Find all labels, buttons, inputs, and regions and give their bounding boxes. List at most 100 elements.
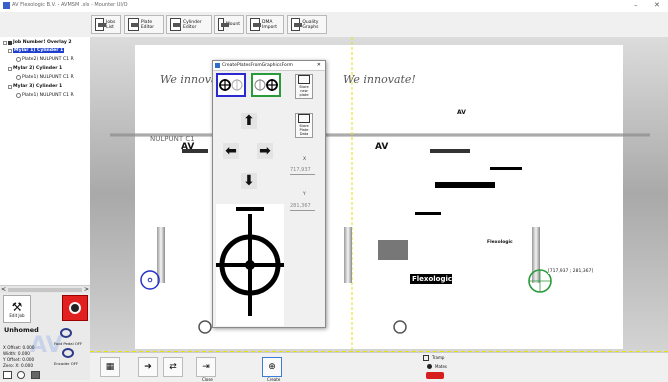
- collapse-icon[interactable]: [8, 66, 12, 71]
- emergency-stop-button[interactable]: [62, 295, 88, 321]
- target-select-blue[interactable]: [216, 73, 246, 97]
- small-bar: [490, 167, 522, 170]
- scroll-thumb[interactable]: [8, 288, 82, 292]
- cylinder-editor-icon: [170, 18, 181, 31]
- swap-button[interactable]: ⇄: [163, 357, 183, 377]
- scroll-left-icon[interactable]: <: [1, 286, 6, 293]
- quality-graphs-button[interactable]: Quality Graphs: [287, 15, 327, 34]
- tree-node-plate[interactable]: Plate1) NULPUNT C1 R: [16, 93, 74, 98]
- tree-node-mylar-1[interactable]: Mylar 1) Cylinder 1: [8, 48, 65, 53]
- mounting-canvas[interactable]: We innovate! We innovate! NULPUNT C1 AV …: [90, 37, 668, 352]
- target-select-green[interactable]: [251, 73, 281, 97]
- close-window-button[interactable]: ✕: [654, 1, 660, 9]
- tree-node-plate[interactable]: Plate1) NULPUNT C1 R: [16, 75, 74, 80]
- tree-node-job[interactable]: Job Number! Overlay 2: [3, 40, 72, 45]
- dialog-icon: [215, 63, 220, 68]
- tools-icon: ⚒: [11, 299, 23, 314]
- dialog-close-button[interactable]: ✕: [317, 62, 321, 68]
- tramp-icon[interactable]: [423, 355, 429, 361]
- stop-icon: [69, 302, 81, 314]
- store-plate-data-button[interactable]: Store Plate Data: [295, 113, 313, 138]
- plate-editor-label: Plate Editor: [140, 19, 155, 30]
- x-value-field[interactable]: 717,937: [290, 167, 315, 175]
- plate-icon: [16, 75, 21, 80]
- store-plate-icon: [298, 75, 310, 84]
- mount-button[interactable]: Mount: [214, 15, 244, 34]
- create-plates-dialog: CreatePlatesFromGraphicsForm ✕ ⬆ ⬅ ➡ ⬇ S…: [212, 60, 326, 328]
- collapse-icon[interactable]: [8, 84, 12, 89]
- close-arrow-icon: ⇥: [202, 362, 210, 372]
- record-badge[interactable]: [426, 372, 444, 379]
- move-up-button[interactable]: ⬆: [241, 113, 257, 129]
- target-mark-bottom-left: [198, 320, 212, 334]
- mylar-sheet: [135, 45, 623, 349]
- bottom-toolbar: ▦ ➔ ⇄ ⇥ Close ⊕ Create Tramp Mates: [90, 352, 668, 382]
- brand-logo-left: AV: [181, 142, 195, 152]
- move-right-button[interactable]: ➡: [257, 143, 273, 159]
- cylinder-editor-label: Cylinder Editor: [182, 19, 202, 30]
- mates-icon[interactable]: [427, 364, 432, 369]
- plate-icon: [16, 93, 21, 98]
- plate-icon: [16, 57, 21, 62]
- minimize-button[interactable]: –: [634, 1, 638, 9]
- collapse-icon[interactable]: [3, 40, 7, 45]
- edit-job-button[interactable]: ⚒ Edit Job: [3, 295, 31, 323]
- brand-logo-right: AV: [457, 109, 466, 116]
- next-button[interactable]: ➔: [138, 357, 158, 377]
- layers-button[interactable]: ▦: [100, 357, 120, 377]
- close-button[interactable]: ⇥: [196, 357, 216, 377]
- arrow-up-icon: ⬆: [243, 113, 255, 129]
- dma-import-label: DMA Import: [262, 19, 277, 30]
- control-panel: ⚒ Edit Job Unhomed AV Foot Pedal OFF Enc…: [0, 293, 90, 380]
- store-new-plate-button[interactable]: Store new plate: [295, 74, 313, 99]
- plate-editor-icon: [128, 18, 139, 31]
- create-icon: ⊕: [268, 362, 276, 372]
- camera-icon[interactable]: [31, 371, 40, 379]
- window-title: AV Flexologic B.V. - AVMSM .xls - Mounte…: [12, 2, 128, 8]
- tree-node-plate[interactable]: Plate2) NULPUNT C1 R: [16, 57, 74, 62]
- cylinder-editor-button[interactable]: Cylinder Editor: [166, 15, 212, 34]
- encoder-label: Encoder OFF: [54, 361, 79, 366]
- cylinder-right: [532, 227, 540, 283]
- arrow-circle-icon: ➔: [144, 362, 152, 372]
- y-value-field[interactable]: 281,367: [290, 203, 315, 211]
- tree-node-mylar-3[interactable]: Mylar 3) Cylinder 1: [8, 84, 62, 89]
- mount-icon: [218, 18, 229, 31]
- tree-node-mylar-2[interactable]: Mylar 2) Cylinder 1: [8, 66, 62, 71]
- mates-label: Mates: [435, 364, 448, 369]
- move-down-button[interactable]: ⬇: [241, 173, 257, 189]
- x-label: X: [303, 157, 307, 162]
- job-tree[interactable]: Job Number! Overlay 2 Mylar 1) Cylinder …: [0, 37, 91, 285]
- tramp-label: Tramp: [432, 355, 445, 360]
- arrow-right-icon: ➡: [259, 143, 271, 159]
- jobs-list-button[interactable]: Jobs List: [91, 15, 121, 34]
- jobs-list-label: Jobs List: [106, 19, 116, 30]
- info-icon[interactable]: [17, 371, 25, 379]
- zero-readout: Zero: X: 0.000: [3, 363, 33, 368]
- dialog-title: CreatePlatesFromGraphicsForm: [222, 63, 293, 68]
- encoder-icon: [62, 348, 74, 358]
- y-offset-readout: Y Offset: 0.000: [3, 357, 35, 362]
- scroll-right-icon[interactable]: >: [84, 286, 89, 293]
- x-offset-readout: X Offset: 0.000: [3, 345, 35, 350]
- arrow-down-icon: ⬇: [243, 173, 255, 189]
- swap-icon: ⇄: [169, 362, 177, 372]
- dma-import-button[interactable]: DMA Import: [246, 15, 284, 34]
- home-icon[interactable]: [3, 371, 12, 379]
- camera-preview: [216, 204, 284, 326]
- small-bar-2: [415, 212, 441, 215]
- crosshair-pair-icon: [219, 79, 243, 91]
- dialog-title-bar: CreatePlatesFromGraphicsForm ✕: [213, 61, 325, 71]
- y-label: Y: [303, 192, 306, 197]
- brand-logo-mid: AV: [375, 142, 389, 152]
- machine-image: [378, 240, 408, 260]
- collapse-icon[interactable]: [8, 48, 12, 53]
- move-left-button[interactable]: ⬅: [223, 143, 239, 159]
- crosshair-preview-icon: [216, 207, 284, 316]
- dma-import-icon: [250, 18, 262, 31]
- create-button[interactable]: ⊕: [262, 357, 282, 377]
- plate-editor-button[interactable]: Plate Editor: [124, 15, 164, 34]
- layers-icon: ▦: [105, 362, 115, 372]
- jobs-list-icon: [95, 18, 107, 31]
- crosshair-pair-icon: [254, 79, 278, 91]
